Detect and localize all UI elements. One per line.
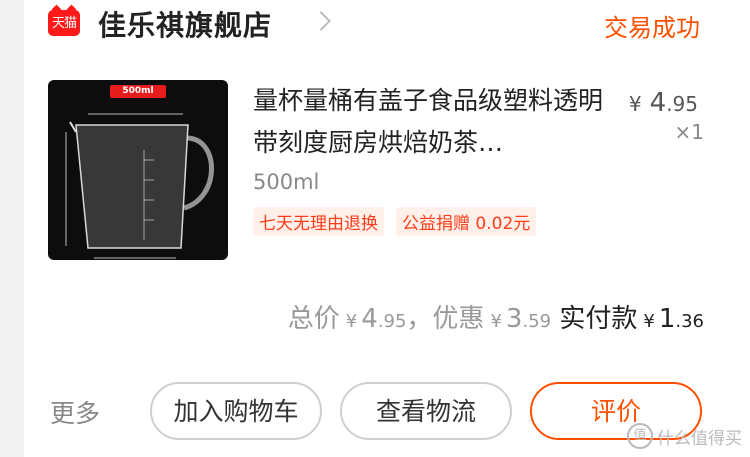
unit-price: ¥4.95 <box>628 88 698 118</box>
shop-name[interactable]: 佳乐祺旗舰店 <box>98 4 272 44</box>
order-status: 交易成功 <box>604 14 700 42</box>
shop-header[interactable]: 天猫 佳乐祺旗舰店 交易成功 <box>24 0 750 48</box>
order-card: 天猫 佳乐祺旗舰店 交易成功 500ml 量杯量桶有盖子食品级塑料透明带刻度厨房… <box>24 0 750 457</box>
watermark: 值 什么值得买 <box>627 423 742 449</box>
view-logistics-button[interactable]: 查看物流 <box>340 382 512 440</box>
product-title[interactable]: 量杯量桶有盖子食品级塑料透明带刻度厨房烘焙奶茶… <box>253 80 603 164</box>
image-caption: 500ml <box>110 85 166 98</box>
tmall-logo-icon: 天猫 <box>48 10 80 36</box>
discount-label: 优惠 <box>432 304 485 334</box>
total-label: 总价 <box>287 304 340 334</box>
add-to-cart-button[interactable]: 加入购物车 <box>150 382 322 440</box>
more-button[interactable]: 更多 <box>50 394 100 430</box>
watermark-text: 什么值得买 <box>657 428 742 449</box>
tag-charity: 公益捐赠 0.02元 <box>396 207 537 236</box>
product-image[interactable]: 500ml <box>48 80 228 260</box>
chevron-right-icon[interactable] <box>311 11 331 31</box>
measuring-cup-illustration <box>65 113 214 259</box>
tag-return-policy: 七天无理由退换 <box>253 207 384 236</box>
service-tags: 七天无理由退换 公益捐赠 0.02元 <box>253 207 537 236</box>
order-summary: 总价 ¥4.95，优惠 ¥3.59 实付款 ¥1.36 <box>287 304 704 334</box>
quantity: ×1 <box>674 120 704 144</box>
product-spec: 500ml <box>253 170 320 194</box>
watermark-icon: 值 <box>627 423 653 449</box>
paid-label: 实付款 <box>559 304 638 334</box>
